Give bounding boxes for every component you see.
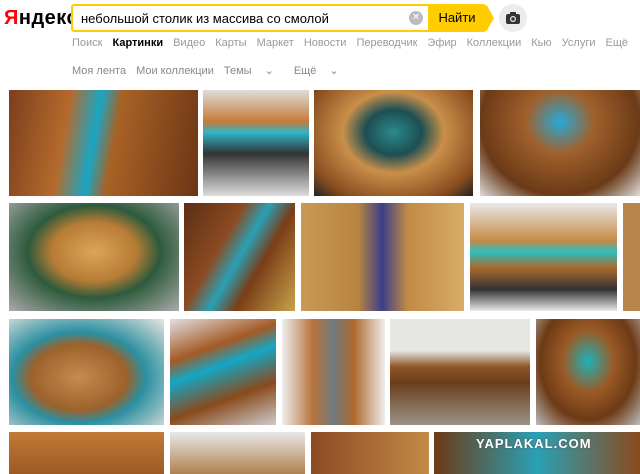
yandex-logo[interactable]: Яндекс (4, 7, 78, 30)
chevron-down-icon: ⌄ (329, 65, 339, 77)
nav-market[interactable]: Маркет (257, 37, 294, 49)
image-thumbnail[interactable] (9, 90, 198, 196)
image-thumbnail[interactable] (9, 432, 164, 474)
image-thumbnail[interactable] (9, 203, 179, 311)
header: Яндекс небольшой столик из массива со см… (0, 0, 640, 90)
image-thumbnail[interactable] (282, 319, 385, 425)
my-feed-link[interactable]: Моя лента (72, 65, 126, 77)
nav-search[interactable]: Поиск (72, 37, 102, 49)
clear-icon[interactable]: ✕ (409, 11, 423, 25)
camera-icon (506, 12, 520, 24)
nav-collections[interactable]: Коллекции (467, 37, 522, 49)
image-thumbnail[interactable] (470, 203, 617, 311)
image-thumbnail[interactable] (9, 319, 164, 425)
search-box[interactable]: небольшой столик из массива со смолой ✕ (71, 4, 486, 32)
image-thumbnail[interactable] (170, 432, 305, 474)
nav-maps[interactable]: Карты (215, 37, 246, 49)
nav-more[interactable]: Ещё (605, 37, 628, 49)
nav-images[interactable]: Картинки (112, 37, 163, 49)
image-thumbnail[interactable] (314, 90, 473, 196)
nav-q[interactable]: Кью (531, 37, 551, 49)
nav-video[interactable]: Видео (173, 37, 205, 49)
image-thumbnail[interactable] (203, 90, 309, 196)
image-thumbnail[interactable] (311, 432, 429, 474)
images-subnav: Моя лента Мои коллекции Темы ⌄ Ещё ⌄ (72, 64, 359, 77)
chevron-down-icon: ⌄ (264, 65, 274, 77)
topics-dropdown[interactable]: Темы ⌄ (224, 65, 284, 77)
watermark: YAPLAKAL.COM (476, 436, 592, 451)
find-button[interactable]: Найти (428, 4, 494, 32)
image-thumbnail[interactable] (480, 90, 640, 196)
image-thumbnail[interactable] (184, 203, 295, 311)
nav-efir[interactable]: Эфир (427, 37, 456, 49)
image-thumbnail[interactable] (301, 203, 464, 311)
more-dropdown[interactable]: Ещё ⌄ (294, 65, 349, 77)
nav-translator[interactable]: Переводчик (356, 37, 417, 49)
services-nav: Поиск Картинки Видео Карты Маркет Новости Пере… (72, 37, 638, 49)
search-input[interactable]: небольшой столик из массива со смолой (81, 11, 329, 26)
image-thumbnail[interactable] (390, 319, 530, 425)
nav-uslugi[interactable]: Услуги (562, 37, 596, 49)
nav-news[interactable]: Новости (304, 37, 347, 49)
image-thumbnail[interactable] (536, 319, 640, 425)
image-thumbnail[interactable] (170, 319, 276, 425)
camera-search-button[interactable] (499, 4, 527, 32)
image-thumbnail[interactable] (623, 203, 640, 311)
my-collections-link[interactable]: Мои коллекции (136, 65, 214, 77)
